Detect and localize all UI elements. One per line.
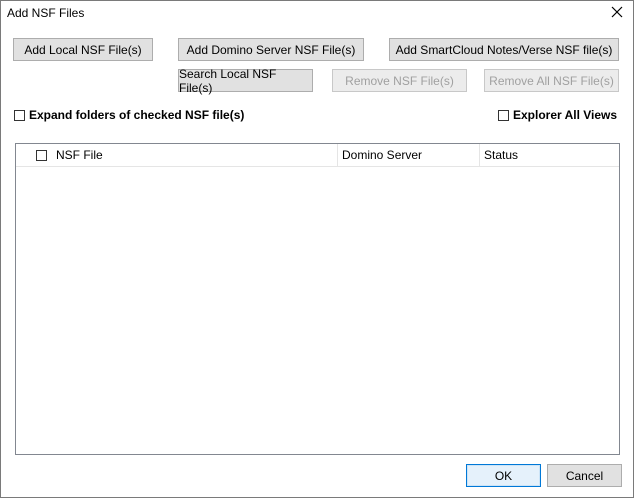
remove-all-nsf-button[interactable]: Remove All NSF File(s) [484, 69, 619, 92]
expand-folders-option[interactable]: Expand folders of checked NSF file(s) [14, 108, 244, 122]
expand-folders-label: Expand folders of checked NSF file(s) [29, 108, 245, 122]
add-domino-server-nsf-button[interactable]: Add Domino Server NSF File(s) [178, 38, 364, 61]
list-header: NSF File Domino Server Status [16, 144, 619, 167]
add-local-nsf-button[interactable]: Add Local NSF File(s) [13, 38, 153, 61]
close-icon[interactable] [609, 4, 625, 20]
remove-nsf-button[interactable]: Remove NSF File(s) [332, 69, 467, 92]
column-header-nsf-file[interactable]: NSF File [36, 144, 336, 166]
cancel-button[interactable]: Cancel [547, 464, 622, 487]
dialog-title: Add NSF Files [7, 6, 85, 20]
explorer-all-views-checkbox[interactable] [498, 109, 509, 121]
select-all-checkbox[interactable] [36, 149, 47, 161]
column-divider[interactable] [479, 144, 480, 166]
column-label-nsf-file: NSF File [56, 148, 103, 162]
explorer-all-views-option[interactable]: Explorer All Views [498, 108, 617, 122]
column-label-domino-server: Domino Server [342, 148, 423, 162]
explorer-all-views-label: Explorer All Views [513, 108, 618, 122]
ok-button[interactable]: OK [466, 464, 541, 487]
column-header-domino-server[interactable]: Domino Server [342, 144, 478, 166]
column-label-status: Status [484, 148, 519, 162]
search-local-nsf-button[interactable]: Search Local NSF File(s) [178, 67, 313, 95]
column-divider[interactable] [337, 144, 338, 166]
column-header-status[interactable]: Status [484, 144, 614, 166]
expand-folders-checkbox[interactable] [14, 109, 25, 121]
add-nsf-files-dialog: Add NSF Files Add Local NSF File(s) Add … [0, 0, 634, 498]
nsf-file-list[interactable]: NSF File Domino Server Status [15, 143, 620, 455]
add-smartcloud-nsf-button[interactable]: Add SmartCloud Notes/Verse NSF file(s) [389, 38, 619, 61]
